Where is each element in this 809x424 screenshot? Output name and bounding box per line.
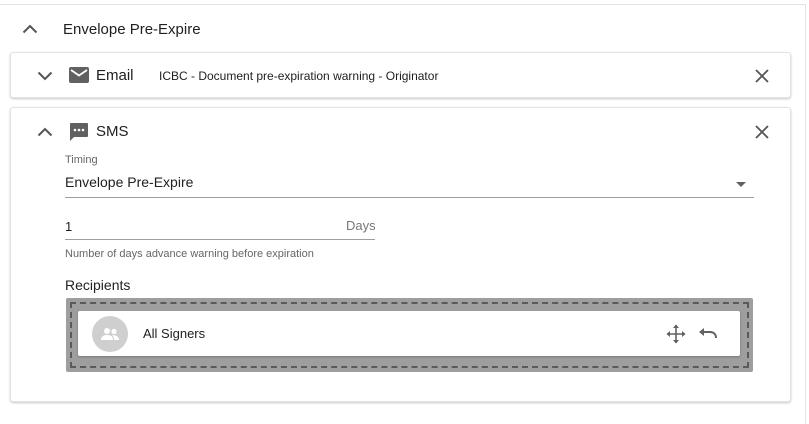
days-underline (65, 239, 375, 240)
close-icon[interactable] (751, 121, 773, 143)
undo-icon[interactable] (697, 324, 719, 344)
timing-label: Timing (65, 154, 98, 166)
mail-icon (68, 66, 90, 84)
sms-icon (68, 121, 90, 143)
recipients-label: Recipients (65, 277, 131, 293)
days-value: 1 (65, 219, 73, 234)
days-suffix: Days (346, 218, 376, 233)
arrow-drop-down-icon[interactable] (733, 176, 749, 192)
chevron-down-icon[interactable] (33, 64, 57, 88)
close-icon[interactable] (751, 65, 773, 87)
section-header[interactable]: Envelope Pre-Expire (0, 4, 806, 52)
recipient-name: All Signers (143, 326, 206, 341)
email-subject: ICBC - Document pre-expiration warning -… (159, 69, 439, 83)
section-title: Envelope Pre-Expire (63, 21, 201, 38)
recipients-dropzone[interactable]: All Signers (66, 298, 753, 372)
sms-card: SMS Timing Envelope Pre-Expire 1 Days Nu… (10, 107, 791, 402)
days-input[interactable]: 1 Days (65, 214, 376, 240)
timing-value: Envelope Pre-Expire (65, 174, 194, 190)
timing-select[interactable]: Envelope Pre-Expire (65, 170, 754, 198)
email-card: Email ICBC - Document pre-expiration war… (10, 52, 791, 98)
chevron-up-icon[interactable] (18, 17, 42, 41)
chevron-up-icon[interactable] (33, 120, 57, 144)
move-icon[interactable] (665, 323, 687, 345)
timing-underline (65, 197, 754, 198)
sms-type-label: SMS (96, 123, 129, 140)
email-type-label: Email (96, 67, 134, 84)
group-icon (92, 316, 128, 352)
days-hint: Number of days advance warning before ex… (65, 248, 314, 260)
recipient-item[interactable]: All Signers (78, 311, 740, 356)
